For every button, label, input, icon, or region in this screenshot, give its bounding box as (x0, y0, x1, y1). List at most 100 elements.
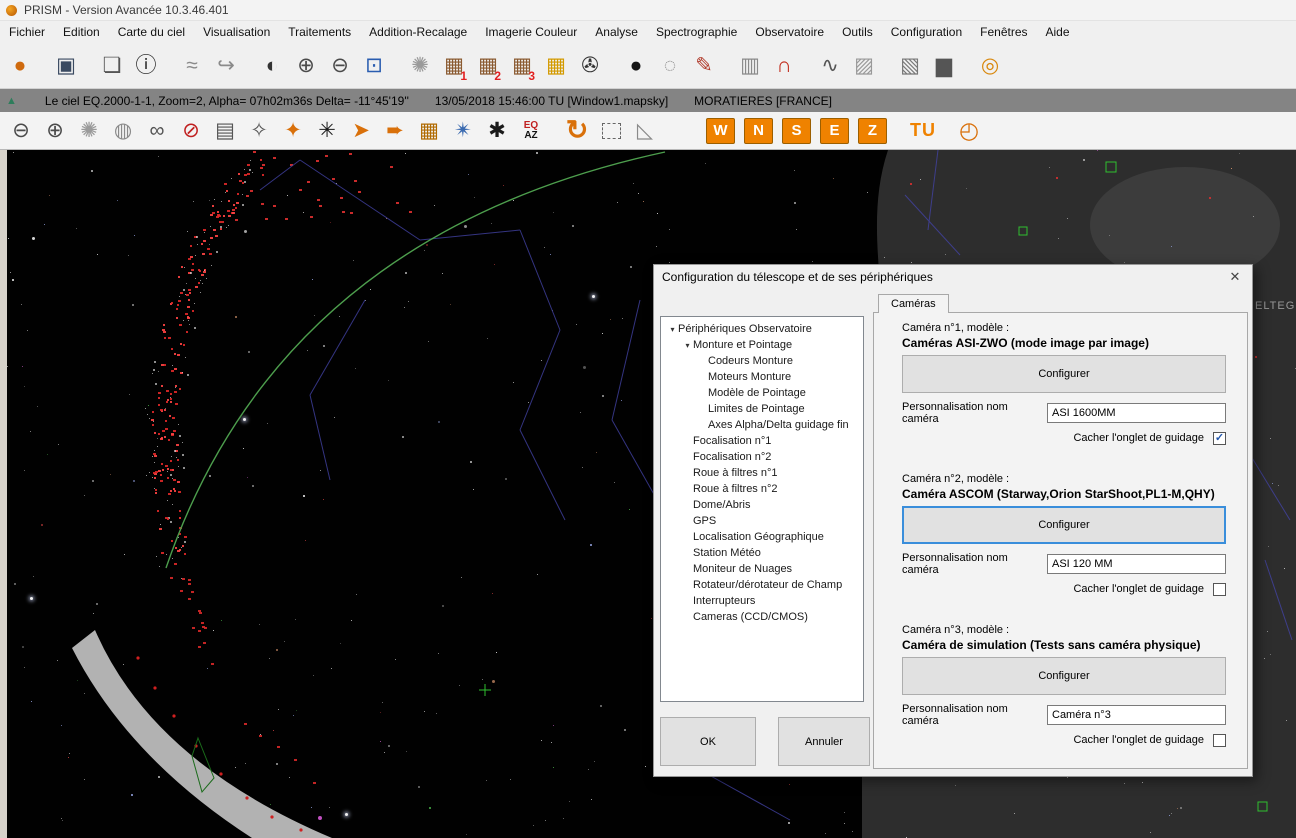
print-icon[interactable]: ▤ (208, 113, 242, 149)
tree-item-monture-et-pointage[interactable]: ▾Monture et Pointage (661, 337, 863, 353)
hide-guiding-checkbox-3[interactable] (1213, 734, 1226, 747)
binoculars-icon[interactable]: ∞ (140, 113, 174, 149)
tree-item-dome-abris[interactable]: Dome/Abris (661, 497, 863, 513)
close-icon[interactable]: ✕ (1218, 265, 1252, 288)
tree-item-localisation-geographique[interactable]: Localisation Géographique (661, 529, 863, 545)
zoom-out-icon[interactable]: ⊖ (323, 48, 357, 84)
tree-item-rotateur-derotateur-de-champ[interactable]: Rotateur/dérotateur de Champ (661, 577, 863, 593)
coin-stack-icon[interactable]: ◎ (973, 48, 1007, 84)
screen-capture-icon[interactable]: ❏ (95, 48, 129, 84)
camera-3-icon[interactable]: ▦3 (505, 48, 539, 84)
direction-button-e[interactable]: E (820, 118, 849, 144)
tree-item-peripheriques-observatoire[interactable]: ▾Périphériques Observatoire (661, 321, 863, 337)
zoom-out-icon[interactable]: ⊖ (4, 113, 38, 149)
window-title: PRISM - Version Avancée 10.3.46.401 (24, 3, 229, 17)
tree-item-roue-a-filtres-n-1[interactable]: Roue à filtres n°1 (661, 465, 863, 481)
focuser-icon[interactable]: ✇ (573, 48, 607, 84)
camera-name-input-1[interactable] (1047, 403, 1226, 423)
hide-guiding-checkbox-2[interactable] (1213, 583, 1226, 596)
contrast-icon[interactable]: ◐ (255, 48, 289, 84)
direction-button-z[interactable]: Z (858, 118, 887, 144)
configure-button-2[interactable]: Configurer (902, 506, 1226, 544)
histogram-icon[interactable]: ▆ (927, 48, 961, 84)
tree-item-codeurs-monture[interactable]: Codeurs Monture (661, 353, 863, 369)
menu-item-carte-du-ciel[interactable]: Carte du ciel (109, 25, 194, 39)
image-stack-icon[interactable]: ▥ (733, 48, 767, 84)
ok-button[interactable]: OK (660, 717, 756, 766)
ephemeris-table-icon[interactable]: ▦ (412, 113, 446, 149)
menu-item-aide[interactable]: Aide (1037, 25, 1079, 39)
measure-triangle-icon[interactable]: ◺ (628, 113, 662, 149)
drop-icon[interactable]: ● (619, 48, 653, 84)
zoom-in-icon[interactable]: ⊕ (289, 48, 323, 84)
zoom-region-icon[interactable]: ⊡ (357, 48, 391, 84)
tree-item-roue-a-filtres-n-2[interactable]: Roue à filtres n°2 (661, 481, 863, 497)
slew-arrow-icon[interactable]: ➤ (344, 113, 378, 149)
curve-arrow-icon[interactable]: ↪ (209, 48, 243, 84)
response-curve-icon[interactable]: ≈ (175, 48, 209, 84)
turbine-globe-icon[interactable]: ✺ (72, 113, 106, 149)
select-region-icon[interactable] (594, 113, 628, 149)
tu-time-label[interactable]: TU (910, 120, 936, 141)
dotted-globe-icon[interactable]: ◍ (106, 113, 140, 149)
tree-item-moteurs-monture[interactable]: Moteurs Monture (661, 369, 863, 385)
dotted-globe-icon[interactable]: ◌ (653, 48, 687, 84)
tree-item-focalisation-n-2[interactable]: Focalisation n°2 (661, 449, 863, 465)
menu-item-fenetres[interactable]: Fenêtres (971, 25, 1036, 39)
goto-arrow-icon[interactable]: ➨ (378, 113, 412, 149)
camera-1-icon[interactable]: ▦1 (437, 48, 471, 84)
turbine-icon[interactable]: ✺ (403, 48, 437, 84)
camera-name-input-2[interactable] (1047, 554, 1226, 574)
menu-item-addition-recalage[interactable]: Addition-Recalage (360, 25, 476, 39)
tree-item-modele-de-pointage[interactable]: Modèle de Pointage (661, 385, 863, 401)
menu-item-spectrographie[interactable]: Spectrographie (647, 25, 746, 39)
tab-cameras[interactable]: Caméras (878, 294, 949, 313)
refresh-icon[interactable]: ↻ (560, 113, 594, 149)
menu-item-edition[interactable]: Edition (54, 25, 109, 39)
gradient-icon[interactable]: ▧ (893, 48, 927, 84)
cancel-button[interactable]: Annuler (778, 717, 870, 766)
tree-item-moniteur-de-nuages[interactable]: Moniteur de Nuages (661, 561, 863, 577)
menu-item-configuration[interactable]: Configuration (882, 25, 971, 39)
info-icon[interactable]: ⓘ (129, 48, 163, 84)
hide-guiding-checkbox-1[interactable]: ✓ (1213, 432, 1226, 445)
zoom-in-icon[interactable]: ⊕ (38, 113, 72, 149)
camera-yellow-icon[interactable]: ▦ (539, 48, 573, 84)
title-bar: PRISM - Version Avancée 10.3.46.401 (0, 0, 1296, 21)
menu-item-analyse[interactable]: Analyse (586, 25, 647, 39)
tree-item-interrupteurs[interactable]: Interrupteurs (661, 593, 863, 609)
field-cross-icon[interactable]: ✱ (480, 113, 514, 149)
direction-button-s[interactable]: S (782, 118, 811, 144)
goto-star-icon[interactable]: ✦ (276, 113, 310, 149)
menu-item-visualisation[interactable]: Visualisation (194, 25, 279, 39)
tree-item-station-meteo[interactable]: Station Météo (661, 545, 863, 561)
clock-icon[interactable]: ◴ (952, 113, 986, 149)
eq-az-icon[interactable]: EQAZ (514, 113, 548, 149)
tree-item-focalisation-n-1[interactable]: Focalisation n°1 (661, 433, 863, 449)
star-select-icon[interactable]: ✧ (242, 113, 276, 149)
menu-item-fichier[interactable]: Fichier (0, 25, 54, 39)
menu-item-imagerie-couleur[interactable]: Imagerie Couleur (476, 25, 586, 39)
menu-item-traitements[interactable]: Traitements (279, 25, 360, 39)
tree-item-gps[interactable]: GPS (661, 513, 863, 529)
save-icon[interactable]: ▣ (49, 48, 83, 84)
telescope-sync-icon[interactable]: ✴ (446, 113, 480, 149)
tree-item-axes-alpha-delta-guidage-fin[interactable]: Axes Alpha/Delta guidage fin (661, 417, 863, 433)
menu-item-outils[interactable]: Outils (833, 25, 882, 39)
direction-button-n[interactable]: N (744, 118, 773, 144)
disable-icon[interactable]: ⊘ (174, 113, 208, 149)
graph-icon[interactable]: ∿ (813, 48, 847, 84)
marker-tool-icon[interactable]: ✎ (687, 48, 721, 84)
camera-2-icon[interactable]: ▦2 (471, 48, 505, 84)
menu-item-observatoire[interactable]: Observatoire (746, 25, 833, 39)
configure-button-1[interactable]: Configurer (902, 355, 1226, 393)
prism-planet-icon[interactable]: ● (3, 48, 37, 84)
surface-3d-icon[interactable]: ▨ (847, 48, 881, 84)
tree-item-cameras-ccd-cmos[interactable]: Cameras (CCD/CMOS) (661, 609, 863, 625)
magnet-icon[interactable]: ∩ (767, 48, 801, 84)
direction-button-w[interactable]: W (706, 118, 735, 144)
tree-item-limites-de-pointage[interactable]: Limites de Pointage (661, 401, 863, 417)
configure-button-3[interactable]: Configurer (902, 657, 1226, 695)
camera-name-input-3[interactable] (1047, 705, 1226, 725)
center-cross-icon[interactable]: ✳ (310, 113, 344, 149)
